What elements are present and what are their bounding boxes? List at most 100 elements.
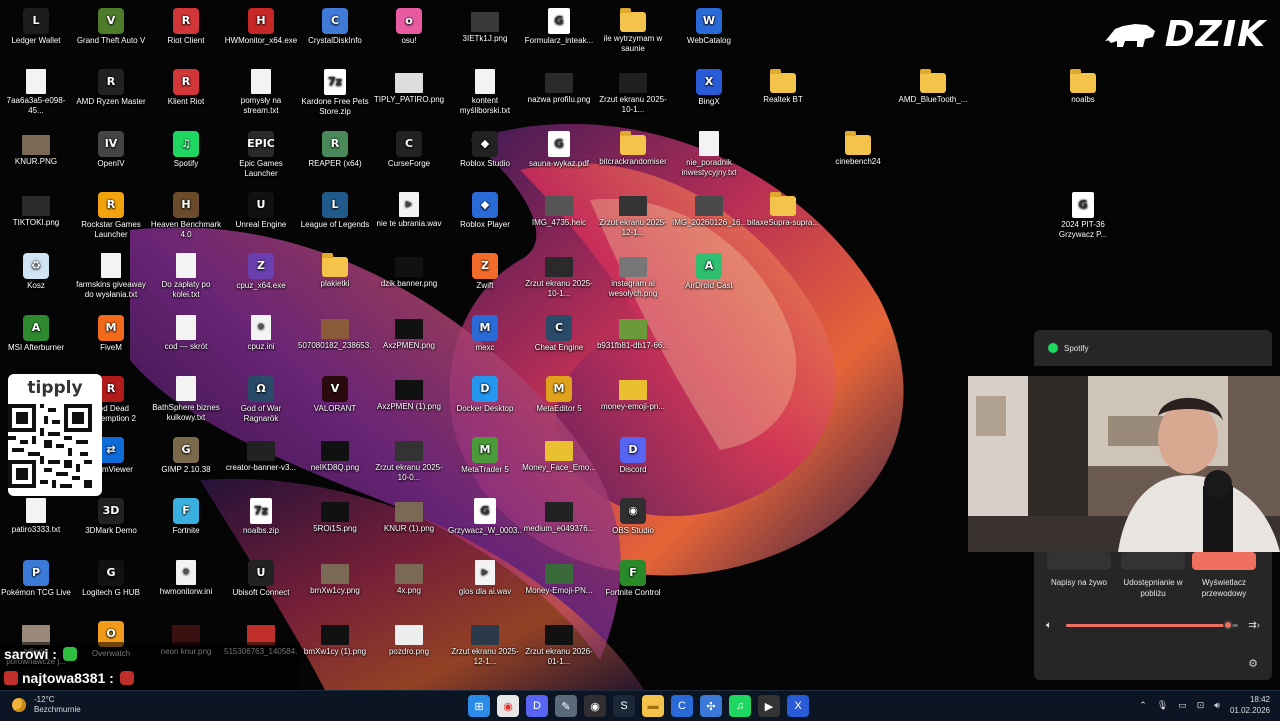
display-icon[interactable]: ▭ (1178, 700, 1187, 711)
settings-gear-icon[interactable]: ⚙ (1248, 657, 1258, 670)
desktop-icon[interactable]: b931fb81-db17-66... (596, 311, 670, 351)
desktop-icon[interactable]: X BingX (672, 65, 746, 107)
desktop-icon[interactable]: Z Zwift (448, 249, 522, 291)
weather-widget[interactable]: -12°C Bezchmurnie (12, 695, 81, 715)
desktop-icon[interactable]: farmskins giveaway do wysłania.txt (74, 249, 148, 300)
desktop-icon[interactable]: G 2024 PIT-36 Grzywacz P... (1046, 188, 1120, 240)
network-icon[interactable]: ⊡ (1197, 700, 1205, 711)
desktop-icon[interactable]: plakietki (298, 249, 372, 289)
desktop-icon[interactable]: 7z Kardone Free Pets Store.zip (298, 65, 372, 117)
desktop-icon[interactable]: R REAPER (x64) (298, 127, 372, 169)
desktop-icon[interactable]: BathSphere biznes kulkowy.txt (149, 372, 223, 423)
spotify-icon[interactable]: ♫ (729, 695, 751, 717)
volume-icon[interactable]: 🔊︎ (1214, 700, 1220, 711)
desktop-icon[interactable]: 7aa6a3a5-e098-45... (0, 65, 73, 116)
desktop-icon[interactable]: A AirDroid Cast (672, 249, 746, 291)
desktop-icon[interactable]: creator-banner-v3... (224, 433, 298, 473)
discord-icon[interactable]: D (526, 695, 548, 717)
desktop-icon[interactable]: C Cheat Engine (522, 311, 596, 353)
notepad-icon[interactable]: ✎ (555, 695, 577, 717)
desktop-icon[interactable]: AxzPMEN (1).png (372, 372, 446, 412)
desktop-icon[interactable]: pomysły na stream.txt (224, 65, 298, 116)
desktop-icon[interactable]: G GIMP 2.10.38 (149, 433, 223, 475)
desktop-icon[interactable]: TIPLY_PATIRO.png (372, 65, 446, 105)
desktop-icon[interactable]: Money-Emoji-PN... (522, 556, 596, 596)
clock[interactable]: 18:42 01.02.2026 (1230, 694, 1270, 716)
desktop-icon[interactable]: Zcpuz_x64.exe (224, 249, 298, 291)
desktop-icon[interactable]: Zrzut ekranu 2025-10-1... (596, 65, 670, 115)
desktop-icon[interactable]: nazwa profilu.png (522, 65, 596, 105)
desktop-icon[interactable]: W WebCatalog (672, 4, 746, 46)
desktop-icon[interactable]: R Klient Riot (149, 65, 223, 107)
speaker-icon[interactable]: 🔈︎ (1046, 620, 1052, 631)
desktop-icon[interactable]: ⚙ hwmonitorw.ini (149, 556, 223, 597)
obs-icon[interactable]: ◉ (584, 695, 606, 717)
desktop-icon[interactable]: R Riot Client (149, 4, 223, 46)
desktop-icon[interactable]: TIKTOKI.png (0, 188, 73, 228)
desktop-icon[interactable]: A MSI Afterburner (0, 311, 73, 353)
desktop-icon[interactable]: IV OpenIV (74, 127, 148, 169)
desktop-icon[interactable]: dzik banner.png (372, 249, 446, 289)
desktop-icon[interactable]: G Grzywacz_W_0003... (448, 494, 522, 536)
wired-display-button[interactable]: Wyświetlacz przewodowy (1189, 552, 1259, 599)
microphone-icon[interactable]: 🎙︎ (1157, 700, 1168, 711)
desktop-icon[interactable]: Zrzut ekranu 2025-10-0... (372, 433, 446, 483)
desktop-icon[interactable]: V Grand Theft Auto V (74, 4, 148, 46)
volume-slider[interactable] (1066, 619, 1239, 630)
desktop-icon[interactable]: ▶ glos dla ai.wav (448, 556, 522, 597)
desktop-icon[interactable]: M MetaEditor 5 (522, 372, 596, 414)
steam-icon[interactable]: S (613, 695, 635, 717)
desktop-icon[interactable]: 5ROi1S.png (298, 494, 372, 534)
desktop-icon[interactable]: G Formularz_inteak... (522, 4, 596, 46)
desktop-icon[interactable]: R AMD Ryzen Master (74, 65, 148, 107)
desktop-icon[interactable]: ◆ Roblox Studio (448, 127, 522, 169)
desktop-icon[interactable]: AMD_BlueTooth_... (896, 65, 970, 105)
desktop-icon[interactable]: V VALORANT (298, 372, 372, 414)
desktop-icon[interactable]: M MetaTrader 5 (448, 433, 522, 475)
desktop-icon[interactable]: Money_Face_Emo... (522, 433, 596, 473)
file-explorer-icon[interactable]: ▬ (642, 695, 664, 717)
desktop-icon[interactable]: kontent myśliborski.txt (448, 65, 522, 116)
desktop-icon[interactable]: 7z noalbs.zip (224, 494, 298, 536)
live-captions-button[interactable]: Napisy na żywo (1044, 552, 1114, 588)
desktop-icon[interactable]: 3IETk1J.png (448, 4, 522, 44)
desktop-icon[interactable]: U Unreal Engine (224, 188, 298, 230)
desktop-icon[interactable]: D Discord (596, 433, 670, 475)
network-tool-icon[interactable]: ✣ (700, 695, 722, 717)
desktop-icon[interactable]: money-emoji-pn... (596, 372, 670, 412)
desktop-icon[interactable]: KNUR (1).png (372, 494, 446, 534)
desktop-icon[interactable]: AxzPMEN.png (372, 311, 446, 351)
desktop-icon[interactable]: H HWMonitor_x64.exe (224, 4, 298, 46)
desktop-icon[interactable]: Zrzut ekranu 2025-12-1... (596, 188, 670, 238)
desktop-icon[interactable]: F Fortnite Control (596, 556, 670, 598)
desktop-icon[interactable]: Realtek BT (746, 65, 820, 105)
desktop-icon[interactable]: ♫ Spotify (149, 127, 223, 169)
media-control-spotify[interactable]: Spotify (1034, 330, 1272, 366)
desktop-icon[interactable]: medium_e049376... (522, 494, 596, 534)
desktop-icon[interactable]: G Logitech G HUB (74, 556, 148, 598)
desktop-icon[interactable]: patiro3333.txt (0, 494, 73, 535)
media-player-icon[interactable]: ▶ (758, 695, 780, 717)
desktop-icon[interactable]: Zrzut ekranu 2025-12-1... (448, 617, 522, 667)
desktop-icon[interactable]: Ω God of War Ragnarök (224, 372, 298, 424)
desktop-icon[interactable]: noalbs (1046, 65, 1120, 105)
desktop-icon[interactable]: pozdro.png (372, 617, 446, 657)
desktop-icon[interactable]: bmXw1cy (1).png (298, 617, 372, 657)
tray-overflow-chevron-icon[interactable]: ⌃ (1139, 700, 1147, 711)
desktop-icon[interactable]: P Pokémon TCG Live (0, 556, 73, 598)
desktop-icon[interactable]: C CurseForge (372, 127, 446, 169)
desktop-icon[interactable]: bitcrackrandomiser (596, 127, 670, 167)
desktop-icon[interactable]: instagram ai wesołych.png (596, 249, 670, 299)
desktop-icon[interactable]: Do zapłaty po kolei.txt (149, 249, 223, 300)
desktop-icon[interactable]: F Fortnite (149, 494, 223, 536)
desktop-icon[interactable]: ◆ Roblox Player (448, 188, 522, 230)
desktop-icon[interactable]: ile wytrzymam w saunie (596, 4, 670, 54)
desktop-icon[interactable]: nie_poradnik inwestycyjny.txt (672, 127, 746, 178)
desktop-icon[interactable]: U Ubisoft Connect (224, 556, 298, 598)
desktop-icon[interactable]: o osu! (372, 4, 446, 46)
chrome-icon[interactable]: ◉ (497, 695, 519, 717)
desktop-icon[interactable]: R Rockstar Games Launcher (74, 188, 148, 240)
desktop-icon[interactable]: M FiveM (74, 311, 148, 353)
desktop-icon[interactable]: Gsauna-wykaz.pdf (522, 127, 596, 169)
desktop-icon[interactable]: ◉ OBS Studio (596, 494, 670, 536)
